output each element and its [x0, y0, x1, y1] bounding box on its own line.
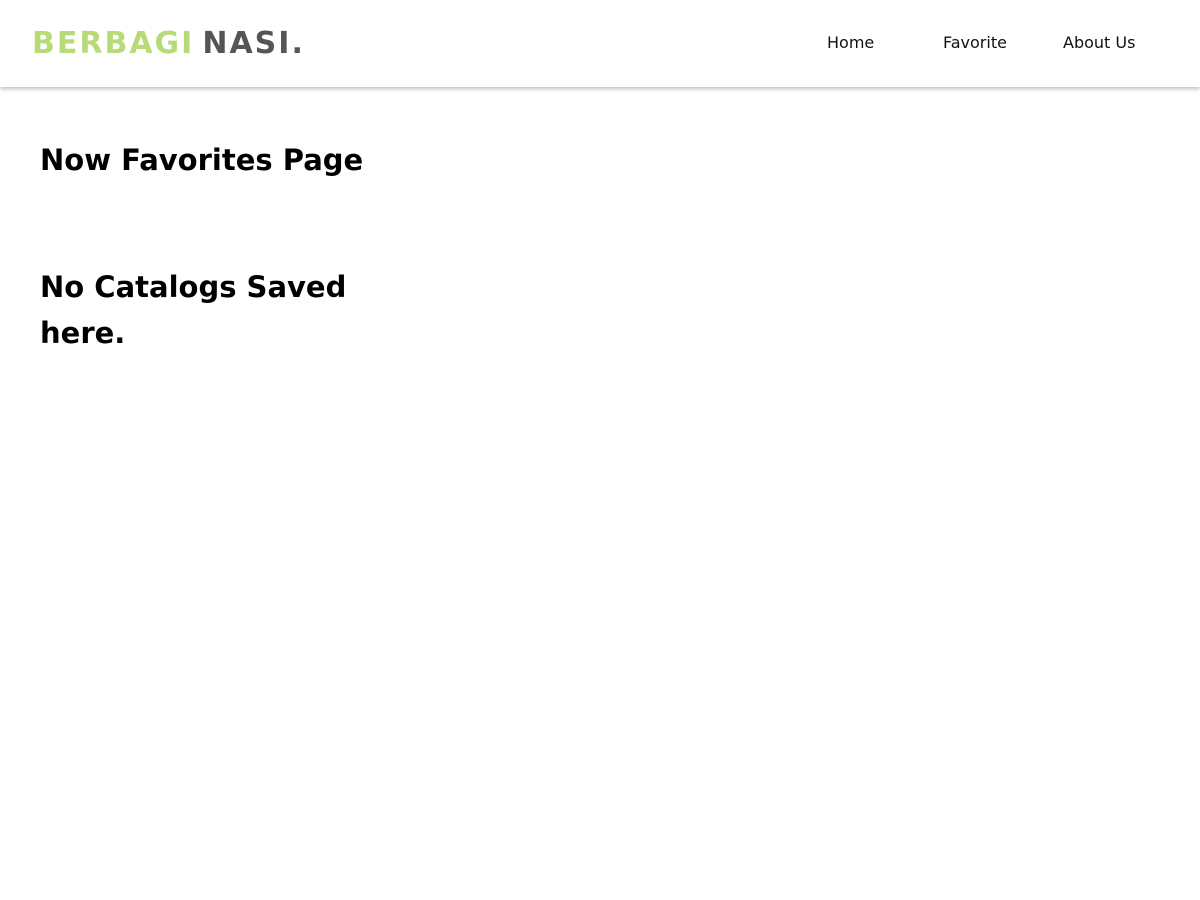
nav-link-favorite[interactable]: Favorite — [943, 30, 1007, 56]
main-nav: Home Favorite About Us — [0, 30, 1200, 58]
page-title: Now Favorites Page — [40, 143, 364, 177]
top-header: BERBAGI NASI. Home Favorite About Us — [0, 0, 1200, 87]
empty-state-message: No Catalogs Saved here. — [40, 270, 347, 350]
nav-link-about-us[interactable]: About Us — [1063, 30, 1135, 56]
nav-link-home[interactable]: Home — [827, 30, 874, 56]
